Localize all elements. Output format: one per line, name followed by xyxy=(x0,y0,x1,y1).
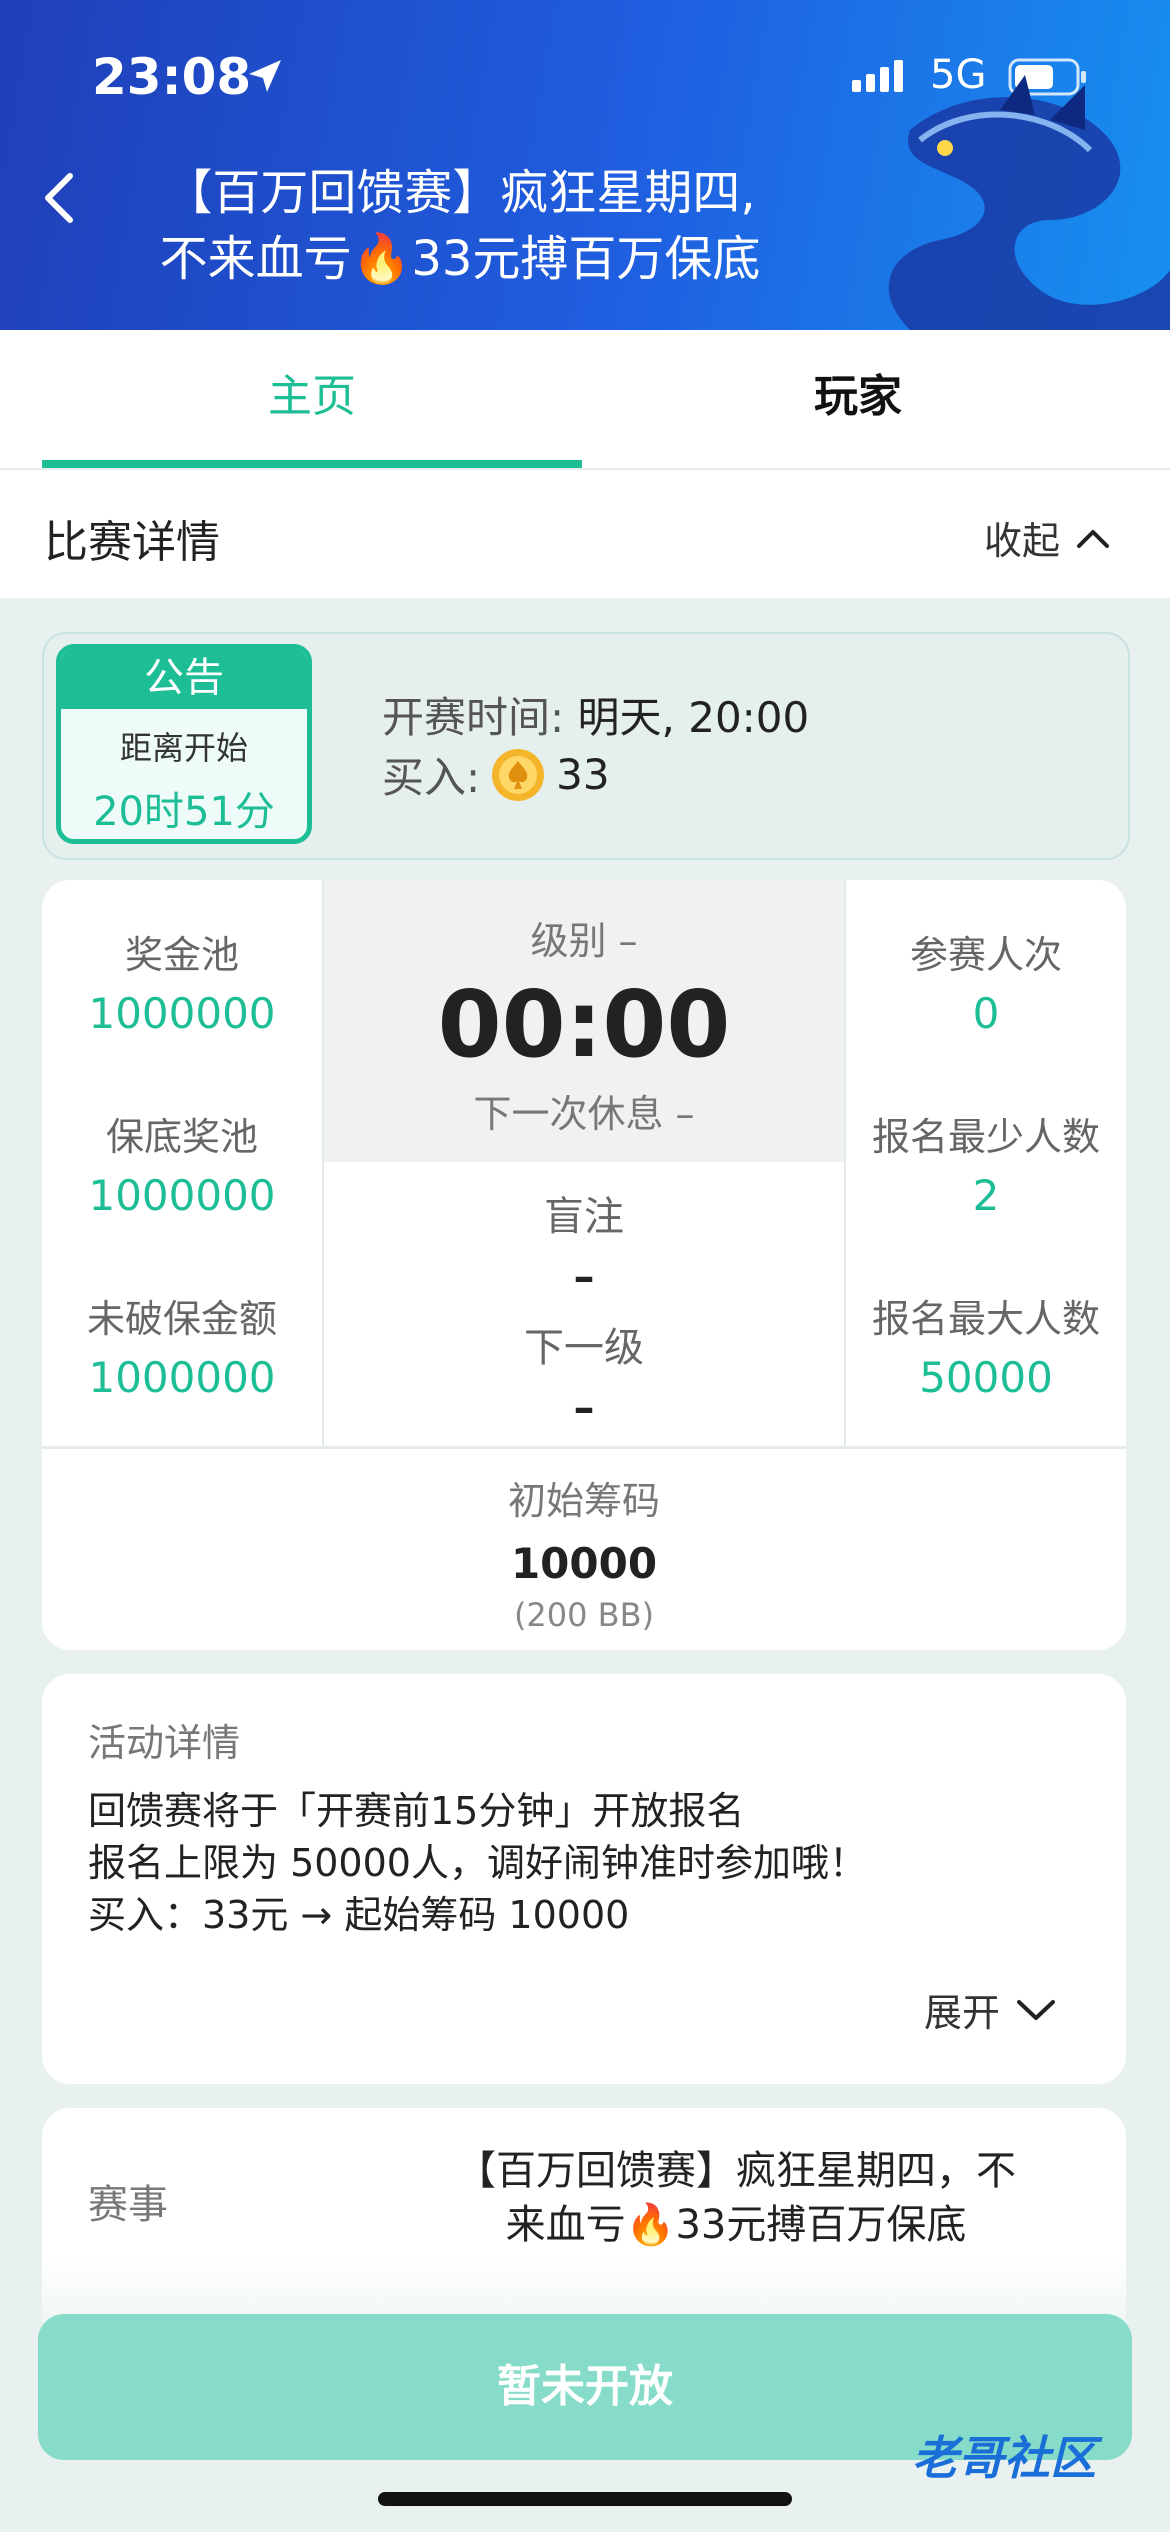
starting-chips: 初始筹码 10000 (200 BB) xyxy=(42,1470,1126,1634)
tournament-stats-card: 奖金池 1000000 保底奖池 1000000 未破保金额 1000000 级… xyxy=(42,880,1126,1650)
stat-label: 奖金池 xyxy=(124,933,239,977)
stat-unbroken-guarantee: 未破保金额 1000000 xyxy=(42,1288,322,1402)
activity-title: 活动详情 xyxy=(88,1721,241,1765)
next-level-label: 下一级 xyxy=(524,1325,644,1371)
event-name-line1: 【百万回馈赛】疯狂星期四，不 xyxy=(456,2148,1016,2194)
notice-badge-title: 公告 xyxy=(61,649,307,709)
event-name-line2: 来血亏🔥33元搏百万保底 xyxy=(505,2202,967,2248)
level-timer-panel: 级别 – 00:00 下一次休息 – xyxy=(324,880,844,1162)
collapse-button[interactable]: 收起 xyxy=(984,510,1110,565)
expand-button[interactable]: 展开 xyxy=(924,1982,1056,2037)
stat-label: 未破保金额 xyxy=(86,1297,277,1341)
header-bar: 23:08 5G 【百万回馈赛】疯狂星期四, 不来血亏🔥33元搏百万保底 xyxy=(0,0,1170,330)
stat-value: 0 xyxy=(972,989,1000,1038)
starting-chips-bb: (200 BB) xyxy=(513,1596,655,1634)
countdown-badge: 公告 距离开始 20时51分 xyxy=(56,644,312,844)
stat-value: 1000000 xyxy=(88,989,276,1038)
stat-min-players: 报名最少人数 2 xyxy=(846,1106,1126,1220)
event-label: 赛事 xyxy=(88,2182,168,2228)
stat-entries: 参赛人次 0 xyxy=(846,924,1126,1038)
starting-chips-value: 10000 xyxy=(510,1539,658,1588)
stat-label: 报名最大人数 xyxy=(871,1297,1100,1341)
stat-guaranteed-pool: 保底奖池 1000000 xyxy=(42,1106,322,1220)
start-time-row: 开赛时间: 明天, 20:00 xyxy=(382,684,809,745)
starting-chips-label: 初始筹码 xyxy=(507,1479,660,1523)
divider xyxy=(42,1446,1126,1449)
stat-label: 报名最少人数 xyxy=(871,1115,1100,1159)
stat-value: 2 xyxy=(972,1171,1000,1220)
coin-icon xyxy=(492,748,545,801)
tab-home-label: 主页 xyxy=(268,371,356,422)
watermark-logo: 老哥社区 xyxy=(912,2431,1096,2485)
tab-players[interactable]: 玩家 xyxy=(588,330,1128,468)
stat-value: 1000000 xyxy=(88,1353,276,1402)
expand-label: 展开 xyxy=(923,1991,1000,2035)
activity-line: 回馈赛将于「开赛前15分钟」开放报名 xyxy=(88,1789,745,1833)
blind-value: – xyxy=(573,1252,595,1301)
tab-players-label: 玩家 xyxy=(814,371,902,422)
start-time-label: 开赛时间: xyxy=(382,693,565,742)
activity-line: 买入：33元 → 起始筹码 10000 xyxy=(88,1893,630,1937)
page-title: 【百万回馈赛】疯狂星期四, 不来血亏🔥33元搏百万保底 xyxy=(110,160,810,292)
collapse-label: 收起 xyxy=(983,519,1060,563)
stat-max-players: 报名最大人数 50000 xyxy=(846,1288,1126,1402)
location-arrow-icon xyxy=(249,60,281,92)
section-title: 比赛详情 xyxy=(44,517,220,568)
buyin-label: 买入: xyxy=(382,753,481,802)
buyin-value: 33 xyxy=(556,750,610,799)
home-indicator[interactable] xyxy=(378,2492,792,2506)
tab-home[interactable]: 主页 xyxy=(42,330,582,468)
stat-prize-pool: 奖金池 1000000 xyxy=(42,924,322,1038)
tab-bar: 主页 玩家 xyxy=(0,330,1170,470)
start-time-value: 明天, 20:00 xyxy=(577,693,810,742)
activity-line: 报名上限为 50000人，调好闹钟准时参加哦！ xyxy=(88,1841,867,1885)
chevron-down-icon xyxy=(1017,1999,1055,2020)
chevron-up-icon xyxy=(1077,529,1109,548)
tab-active-indicator xyxy=(42,460,582,468)
level-label: 级别 – xyxy=(530,919,638,963)
blinds-panel: 盲注 – 下一级 – xyxy=(324,1162,844,1446)
stat-label: 参赛人次 xyxy=(909,933,1062,977)
page-title-line2: 不来血亏🔥33元搏百万保底 xyxy=(159,231,761,287)
level-timer: 00:00 xyxy=(437,971,731,1078)
blind-label: 盲注 xyxy=(544,1194,624,1240)
event-name: 【百万回馈赛】疯狂星期四，不 来血亏🔥33元搏百万保底 xyxy=(406,2144,1066,2252)
stat-value: 50000 xyxy=(919,1353,1053,1402)
countdown-label: 距离开始 xyxy=(119,729,248,767)
next-level-value: – xyxy=(573,1383,595,1432)
page-title-line1: 【百万回馈赛】疯狂星期四, xyxy=(164,165,756,221)
dragon-illustration-icon xyxy=(888,75,1170,330)
next-break-label: 下一次休息 – xyxy=(473,1092,695,1136)
back-chevron-icon[interactable] xyxy=(40,170,80,226)
countdown-value: 20时51分 xyxy=(93,789,275,835)
activity-details-card: 活动详情 回馈赛将于「开赛前15分钟」开放报名 报名上限为 50000人，调好闹… xyxy=(42,1674,1126,2084)
stat-value: 1000000 xyxy=(88,1171,276,1220)
notice-card: 公告 距离开始 20时51分 开赛时间: 明天, 20:00 买入: 33 xyxy=(42,632,1130,860)
stats-right-column: 参赛人次 0 报名最少人数 2 报名最大人数 50000 xyxy=(844,880,1126,1446)
stat-label: 保底奖池 xyxy=(105,1115,258,1159)
details-section-header: 比赛详情 收起 xyxy=(0,470,1170,598)
buyin-row: 买入: 33 xyxy=(382,744,610,805)
stats-left-column: 奖金池 1000000 保底奖池 1000000 未破保金额 1000000 xyxy=(42,880,324,1446)
status-time: 23:08 xyxy=(92,48,252,106)
